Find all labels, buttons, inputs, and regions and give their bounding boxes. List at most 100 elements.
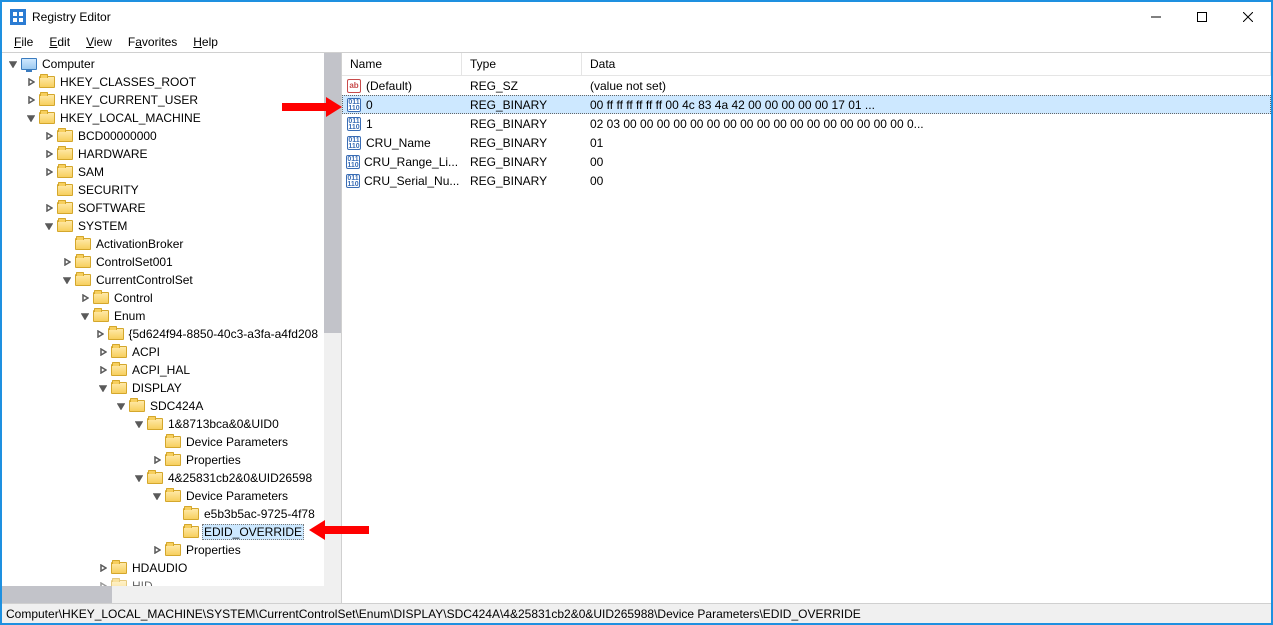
tree-node-selected[interactable]: EDID_OVERRIDE — [2, 523, 324, 541]
tree-node[interactable]: SYSTEM — [2, 217, 324, 235]
folder-icon — [165, 435, 181, 449]
value-row[interactable]: 011110CRU_Serial_Nu...REG_BINARY00 — [342, 171, 1271, 190]
regedit-icon — [10, 9, 26, 25]
chevron-down-icon[interactable] — [42, 219, 56, 233]
value-data: 00 — [582, 155, 1271, 169]
value-type: REG_BINARY — [462, 98, 582, 112]
tree-node[interactable]: SAM — [2, 163, 324, 181]
value-data: 02 03 00 00 00 00 00 00 00 00 00 00 00 0… — [582, 117, 1271, 131]
tree-node[interactable]: 1&8713bca&0&UID0 — [2, 415, 324, 433]
tree-node[interactable]: SOFTWARE — [2, 199, 324, 217]
value-data: (value not set) — [582, 79, 1271, 93]
folder-icon — [57, 183, 73, 197]
tree-node[interactable]: HDAUDIO — [2, 559, 324, 577]
scrollbar-thumb[interactable] — [2, 586, 112, 603]
folder-icon — [75, 273, 91, 287]
chevron-right-icon[interactable] — [96, 363, 110, 377]
tree-node[interactable]: HID — [2, 577, 324, 586]
value-row[interactable]: 011110CRU_NameREG_BINARY01 — [342, 133, 1271, 152]
tree-node[interactable]: ACPI_HAL — [2, 361, 324, 379]
close-button[interactable] — [1225, 2, 1271, 32]
column-header-type[interactable]: Type — [462, 53, 582, 75]
chevron-down-icon[interactable] — [114, 399, 128, 413]
folder-icon — [57, 165, 73, 179]
tree-node[interactable]: ControlSet001 — [2, 253, 324, 271]
chevron-right-icon[interactable] — [78, 291, 92, 305]
tree-node[interactable]: {5d624f94-8850-40c3-a3fa-a4fd208 — [2, 325, 324, 343]
chevron-right-icon[interactable] — [42, 129, 56, 143]
chevron-right-icon[interactable] — [24, 93, 38, 107]
registry-tree[interactable]: Computer HKEY_CLASSES_ROOT HKEY_CURRENT_… — [2, 53, 324, 586]
tree-node[interactable]: e5b3b5ac-9725-4f78 — [2, 505, 324, 523]
tree-node[interactable]: HARDWARE — [2, 145, 324, 163]
tree-node[interactable]: SECURITY — [2, 181, 324, 199]
value-row[interactable]: 0111100REG_BINARY00 ff ff ff ff ff ff 00… — [342, 95, 1271, 114]
tree-node[interactable]: Enum — [2, 307, 324, 325]
tree-node[interactable]: Device Parameters — [2, 433, 324, 451]
menu-file[interactable]: File — [6, 33, 41, 51]
value-type: REG_SZ — [462, 79, 582, 93]
tree-node-computer[interactable]: Computer — [2, 55, 324, 73]
tree-node[interactable]: 4&25831cb2&0&UID26598 — [2, 469, 324, 487]
column-header-name[interactable]: Name — [342, 53, 462, 75]
chevron-right-icon[interactable] — [42, 147, 56, 161]
tree-node[interactable]: HKEY_LOCAL_MACHINE — [2, 109, 324, 127]
folder-icon — [57, 201, 73, 215]
value-row[interactable]: 0111101REG_BINARY02 03 00 00 00 00 00 00… — [342, 114, 1271, 133]
chevron-down-icon[interactable] — [150, 489, 164, 503]
menu-help[interactable]: Help — [185, 33, 226, 51]
chevron-right-icon[interactable] — [42, 165, 56, 179]
folder-icon — [57, 147, 73, 161]
value-rows: ab(Default)REG_SZ(value not set)0111100R… — [342, 76, 1271, 603]
tree-node[interactable]: HKEY_CLASSES_ROOT — [2, 73, 324, 91]
tree-node[interactable]: SDC424A — [2, 397, 324, 415]
value-data: 01 — [582, 136, 1271, 150]
chevron-right-icon[interactable] — [93, 327, 107, 341]
chevron-down-icon[interactable] — [132, 471, 146, 485]
tree-node[interactable]: Properties — [2, 541, 324, 559]
tree-node[interactable]: DISPLAY — [2, 379, 324, 397]
tree-node[interactable]: Device Parameters — [2, 487, 324, 505]
chevron-right-icon[interactable] — [42, 201, 56, 215]
menu-edit[interactable]: Edit — [41, 33, 78, 51]
chevron-right-icon[interactable] — [96, 345, 110, 359]
horizontal-scrollbar[interactable] — [2, 586, 324, 603]
minimize-button[interactable] — [1133, 2, 1179, 32]
chevron-down-icon[interactable] — [60, 273, 74, 287]
vertical-scrollbar[interactable] — [324, 53, 341, 603]
chevron-right-icon[interactable] — [60, 255, 74, 269]
chevron-down-icon[interactable] — [6, 57, 20, 71]
tree-node[interactable]: ActivationBroker — [2, 235, 324, 253]
chevron-right-icon[interactable] — [96, 561, 110, 575]
tree-node[interactable]: Control — [2, 289, 324, 307]
value-list-panel: Name Type Data ab(Default)REG_SZ(value n… — [342, 53, 1271, 603]
folder-icon — [183, 507, 199, 521]
chevron-right-icon[interactable] — [150, 543, 164, 557]
scrollbar-thumb[interactable] — [324, 53, 341, 333]
chevron-down-icon[interactable] — [78, 309, 92, 323]
folder-icon — [57, 219, 73, 233]
reg-binary-icon: 011110 — [346, 135, 362, 151]
chevron-right-icon[interactable] — [150, 453, 164, 467]
titlebar[interactable]: Registry Editor — [2, 2, 1271, 32]
tree-node[interactable]: Properties — [2, 451, 324, 469]
registry-editor-window: Registry Editor File Edit View Favorites… — [0, 0, 1273, 625]
tree-node[interactable]: HKEY_CURRENT_USER — [2, 91, 324, 109]
folder-icon — [165, 543, 181, 557]
menu-view[interactable]: View — [78, 33, 120, 51]
value-row[interactable]: ab(Default)REG_SZ(value not set) — [342, 76, 1271, 95]
folder-icon — [165, 489, 181, 503]
tree-node[interactable]: BCD00000000 — [2, 127, 324, 145]
chevron-down-icon[interactable] — [96, 381, 110, 395]
tree-node[interactable]: CurrentControlSet — [2, 271, 324, 289]
chevron-down-icon[interactable] — [132, 417, 146, 431]
value-row[interactable]: 011110CRU_Range_Li...REG_BINARY00 — [342, 152, 1271, 171]
chevron-down-icon[interactable] — [24, 111, 38, 125]
tree-node[interactable]: ACPI — [2, 343, 324, 361]
menu-favorites[interactable]: Favorites — [120, 33, 185, 51]
column-header-data[interactable]: Data — [582, 53, 1271, 75]
chevron-right-icon[interactable] — [24, 75, 38, 89]
folder-icon — [165, 453, 181, 467]
maximize-button[interactable] — [1179, 2, 1225, 32]
chevron-right-icon[interactable] — [96, 579, 110, 586]
